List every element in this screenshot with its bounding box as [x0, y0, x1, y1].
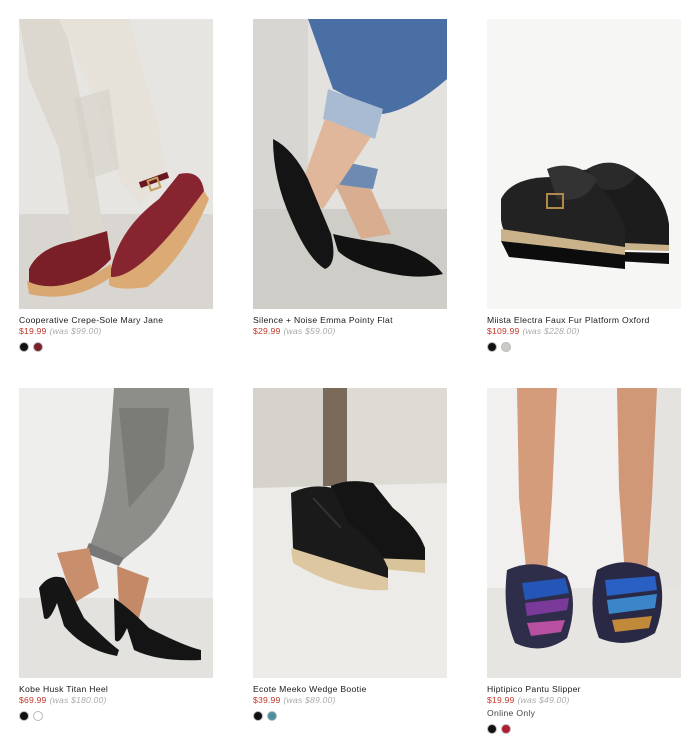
sale-price: $19.99	[487, 695, 515, 705]
product-card[interactable]: Miista Electra Faux Fur Platform Oxford …	[487, 19, 683, 352]
product-name[interactable]: Silence + Noise Emma Pointy Flat	[253, 315, 449, 325]
product-grid: Cooperative Crepe-Sole Mary Jane $19.99(…	[0, 0, 696, 742]
product-image[interactable]	[19, 388, 213, 678]
was-price: (was $49.00)	[517, 695, 570, 705]
product-image[interactable]	[253, 19, 447, 309]
product-name[interactable]: Miista Electra Faux Fur Platform Oxford	[487, 315, 683, 325]
sale-price: $19.99	[19, 326, 47, 336]
was-price: (was $99.00)	[49, 326, 102, 336]
price-row: $19.99 (was $99.00)	[19, 326, 215, 337]
was-price: (was $89.00)	[283, 695, 336, 705]
product-image[interactable]	[487, 19, 681, 309]
product-card[interactable]: Silence + Noise Emma Pointy Flat $29.99(…	[253, 19, 449, 337]
swatch-black[interactable]	[19, 342, 29, 352]
sale-price: $39.99	[253, 695, 281, 705]
swatch-black[interactable]	[487, 342, 497, 352]
color-swatches	[19, 342, 215, 352]
product-card[interactable]: Cooperative Crepe-Sole Mary Jane $19.99(…	[19, 19, 215, 352]
sale-price: $69.99	[19, 695, 47, 705]
swatch-red[interactable]	[501, 724, 511, 734]
swatch-white[interactable]	[33, 711, 43, 721]
price-row: $39.99 (was $89.00)	[253, 695, 449, 706]
swatch-teal[interactable]	[267, 711, 277, 721]
product-name[interactable]: Hiptipico Pantu Slipper	[487, 684, 683, 694]
swatch-black[interactable]	[19, 711, 29, 721]
product-card[interactable]: Kobe Husk Titan Heel $69.99 (was $180.00)	[19, 388, 215, 721]
price-row: $29.99 (was $59.00)	[253, 326, 449, 337]
product-card[interactable]: Ecote Meeko Wedge Bootie $39.99 (was $89.…	[253, 388, 449, 721]
swatch-burgundy[interactable]	[33, 342, 43, 352]
product-name[interactable]: Ecote Meeko Wedge Bootie	[253, 684, 449, 694]
sale-price: $109.99	[487, 326, 520, 336]
product-image[interactable]	[253, 388, 447, 678]
product-name[interactable]: Kobe Husk Titan Heel	[19, 684, 215, 694]
swatch-black[interactable]	[253, 711, 263, 721]
was-price: (was $180.00)	[49, 695, 107, 705]
online-only-badge: Online Only	[487, 708, 536, 718]
price-row: $109.99 (was $228.00)	[487, 326, 683, 337]
color-swatches	[487, 724, 683, 734]
color-swatches	[19, 711, 215, 721]
was-price: (was $59.00)	[283, 326, 336, 336]
color-swatches	[253, 711, 449, 721]
product-card[interactable]: Hiptipico Pantu Slipper $19.99 (was $49.0…	[487, 388, 683, 734]
swatch-grey[interactable]	[501, 342, 511, 352]
swatch-black[interactable]	[487, 724, 497, 734]
product-name[interactable]: Cooperative Crepe-Sole Mary Jane	[19, 315, 215, 325]
sale-price: $29.99	[253, 326, 281, 336]
price-row: $69.99 (was $180.00)	[19, 695, 215, 706]
color-swatches	[487, 342, 683, 352]
product-image[interactable]	[19, 19, 213, 309]
price-row: $19.99 (was $49.00)	[487, 695, 683, 706]
product-image[interactable]	[487, 388, 681, 678]
was-price: (was $228.00)	[522, 326, 580, 336]
